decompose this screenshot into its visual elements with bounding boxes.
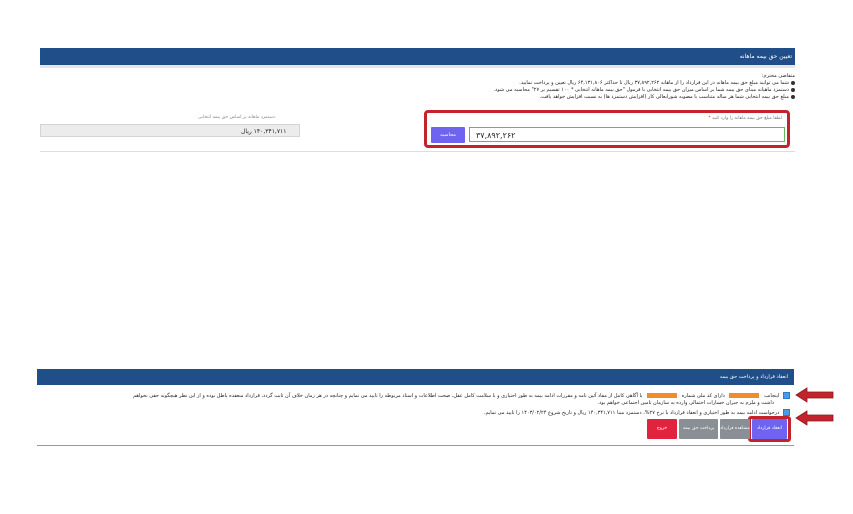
wage-field: ۱۴۰,۳۴۱,۷۱۱ ریال [40, 124, 300, 137]
contract-panel-title: انعقاد قرارداد و پرداخت حق بیمه [37, 369, 794, 385]
notes-block: متقاضی محترم: شما می توانید مبلغ حق بیمه… [275, 73, 795, 101]
redacted-name [729, 393, 760, 398]
statement-row-1: اینجانب دارای کد ملی شماره با آگاهی کامل… [133, 392, 790, 400]
redacted-national-id [647, 393, 678, 398]
statement-row-1-cont: داشت و ملزم به جبران خسارات احتمالی وارد… [597, 400, 774, 406]
arrow-left-icon [795, 410, 834, 426]
statement-1-checkbox[interactable] [783, 392, 790, 399]
panel-bottom-border [37, 445, 794, 446]
premium-panel: تعیین حق بیمه ماهانه متقاضی محترم: شما م… [40, 48, 795, 152]
notes-heading: متقاضی محترم: [761, 73, 795, 79]
arrow-left-icon [795, 387, 834, 403]
calculate-button[interactable]: محاسبه [431, 127, 465, 143]
amount-label: لطفا مبلغ حق بیمه ماهانه را وارد کنید * [708, 116, 782, 121]
premium-amount-input[interactable]: ۳۷,۸۹۲,۲۶۲ [469, 127, 785, 142]
premium-panel-title: تعیین حق بیمه ماهانه [40, 48, 795, 65]
amount-highlight-box: لطفا مبلغ حق بیمه ماهانه را وارد کنید * … [424, 110, 790, 148]
note-item: شما می توانید مبلغ حق بیمه ماهانه در این… [275, 80, 795, 87]
wage-label: دستمزد ماهانه بر اساس حق بیمه انتخابی [198, 115, 275, 120]
info-bullet-icon [791, 87, 795, 92]
info-bullet-icon [791, 94, 795, 99]
contract-panel: انعقاد قرارداد و پرداخت حق بیمه اینجانب … [37, 369, 794, 446]
note-item: مبلغ حق بیمه انتخابی شما هر ساله متناسب … [275, 94, 795, 101]
info-bullet-icon [791, 80, 795, 85]
statement-row-2: درخواست ادامه بیمه به طور اختیاری و انعق… [484, 409, 790, 417]
pay-premium-button[interactable]: پرداخت حق بیمه [679, 419, 718, 439]
panel-divider [40, 151, 795, 152]
note-item: دستمزد ماهیانه مبنای حق بیمه شما بر اساس… [275, 87, 795, 94]
exit-button[interactable]: خروج [647, 419, 677, 439]
required-mark: * [708, 116, 711, 121]
contract-button[interactable]: انعقاد قرارداد [752, 419, 787, 439]
statement-2-checkbox[interactable] [783, 409, 790, 416]
view-contract-button[interactable]: مشاهده قرارداد [720, 419, 750, 439]
header-separator [40, 65, 795, 68]
